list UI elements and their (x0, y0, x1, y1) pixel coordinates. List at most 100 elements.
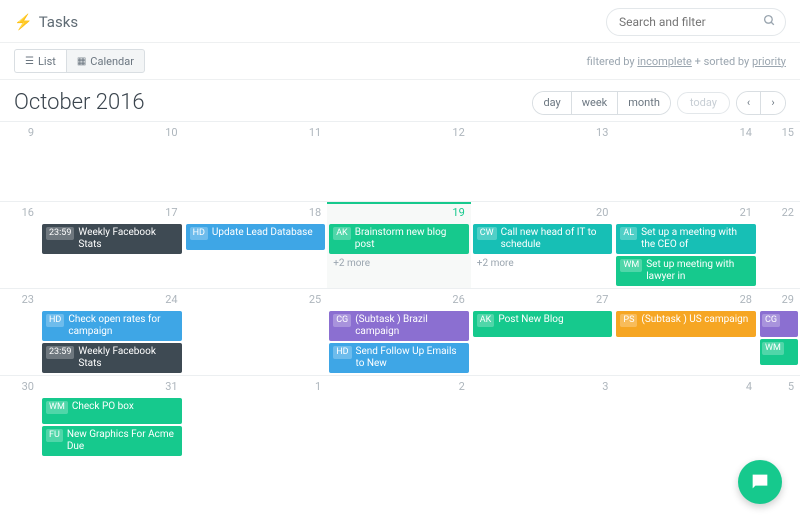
event-badge: WM (620, 259, 642, 272)
search-input[interactable] (606, 8, 786, 36)
more-events[interactable]: +2 more (329, 256, 469, 271)
day-number: 25 (309, 293, 321, 306)
event-chip[interactable]: 23:59 Weekly Facebook Stats (42, 224, 182, 254)
calendar-cell[interactable]: 27AKPost New Blog (471, 288, 615, 375)
view-switch: ☰List ▦Calendar (14, 49, 145, 73)
calendar-cell[interactable]: 4 (614, 375, 758, 458)
event-text: New Graphics For Acme Due (67, 429, 178, 453)
event-badge: 23:59 (46, 227, 74, 240)
event-text: Update Lead Database (212, 227, 313, 239)
event-badge: CW (477, 227, 497, 240)
event-badge: HD (46, 314, 64, 327)
calendar-cell[interactable]: 30 (0, 375, 40, 458)
day-number: 28 (740, 293, 752, 306)
calendar-cell[interactable]: 9 (0, 121, 40, 201)
prev-button[interactable]: ‹ (737, 92, 761, 114)
event-chip[interactable]: FU New Graphics For Acme Due (42, 426, 182, 456)
event-chip[interactable]: WM( (760, 339, 798, 365)
calendar-cell[interactable]: 3 (471, 375, 615, 458)
range-week-button[interactable]: week (572, 92, 619, 114)
calendar-cell[interactable]: 1 (184, 375, 328, 458)
calendar-cell[interactable]: 14 (614, 121, 758, 201)
calendar-cell[interactable]: 13 (471, 121, 615, 201)
calendar-icon: ▦ (77, 56, 86, 67)
calendar-cell[interactable]: 5 (758, 375, 800, 458)
filter-summary[interactable]: filtered by incomplete + sorted by prior… (587, 55, 786, 68)
day-number: 12 (452, 126, 464, 139)
calendar-cell[interactable]: 18 HDUpdate Lead Database (184, 201, 328, 288)
chat-fab[interactable] (738, 460, 782, 504)
event-text: Weekly Facebook Stats (78, 227, 177, 251)
calendar-cell[interactable]: 19AKBrainstorm new blog post+2 more (327, 201, 471, 288)
day-number: 9 (28, 126, 34, 139)
calendar-cell[interactable]: 24HDCheck open rates for campaign23:59We… (40, 288, 184, 375)
event-chip[interactable]: AL Set up a meeting with the CEO of (616, 224, 756, 254)
day-number: 21 (740, 206, 752, 219)
event-chip[interactable]: CWCall new head of IT to schedule (473, 224, 613, 254)
day-number: 4 (746, 380, 752, 393)
event-chip[interactable]: HDSend Follow Up Emails to New (329, 343, 469, 373)
day-number: 18 (309, 206, 321, 219)
calendar-cell[interactable]: 20 CWCall new head of IT to schedule +2 mo… (471, 201, 615, 288)
event-badge: WM (762, 342, 784, 355)
day-number: 17 (165, 206, 177, 219)
calendar-cell[interactable]: 17 23:59 Weekly Facebook Stats (40, 201, 184, 288)
calendar-cell[interactable]: 25 (184, 288, 328, 375)
calendar-grid: 9101112131415161723:59Weekly Facebook St… (0, 121, 800, 458)
event-chip[interactable]: CG(Subtask ) Brazil campaign (329, 311, 469, 341)
day-number: 20 (596, 206, 608, 219)
bolt-icon: ⚡ (14, 13, 33, 31)
today-button[interactable]: today (677, 92, 730, 114)
calendar-cell[interactable]: 12 (327, 121, 471, 201)
event-chip[interactable]: AKPost New Blog (473, 311, 613, 337)
event-text: Set up meeting with lawyer in (646, 259, 752, 283)
event-badge: AK (477, 314, 495, 327)
calendar-cell[interactable]: 26CG(Subtask ) Brazil campaignHDSend Fol… (327, 288, 471, 375)
range-day-button[interactable]: day (533, 92, 571, 114)
day-number: 22 (782, 206, 794, 219)
day-number: 23 (22, 293, 34, 306)
calendar-cell[interactable]: 21 AL Set up a meeting with the CEO of WM Se… (614, 201, 758, 288)
day-number: 5 (788, 380, 794, 393)
calendar-cell[interactable]: 11 (184, 121, 328, 201)
event-text: Brainstorm new blog post (355, 227, 465, 251)
range-month-button[interactable]: month (618, 92, 670, 114)
search-icon[interactable] (763, 14, 776, 31)
event-badge: HD (333, 346, 351, 359)
event-badge: CG (762, 314, 780, 327)
calendar-cell[interactable]: 22 (758, 201, 800, 288)
event-badge: CG (333, 314, 351, 327)
calendar-view-button[interactable]: ▦Calendar (66, 49, 145, 73)
day-number: 2 (459, 380, 465, 393)
event-chip[interactable]: 23:59Weekly Facebook Stats (42, 343, 182, 373)
day-number: 16 (22, 206, 34, 219)
event-badge: AL (620, 227, 637, 240)
day-number: 11 (309, 126, 321, 139)
event-text: Set up a meeting with the CEO of (641, 227, 752, 251)
event-chip[interactable]: HDUpdate Lead Database (186, 224, 326, 250)
list-view-button[interactable]: ☰List (14, 49, 66, 73)
day-number: 30 (22, 380, 34, 393)
event-chip[interactable]: HDCheck open rates for campaign (42, 311, 182, 341)
more-events[interactable]: +2 more (473, 256, 613, 271)
calendar-cell[interactable]: 23 (0, 288, 40, 375)
event-text: (Subtask ) US campaign (641, 314, 748, 326)
event-badge: AK (333, 227, 351, 240)
next-button[interactable]: › (761, 92, 785, 114)
event-text: Post New Blog (498, 314, 563, 326)
calendar-cell[interactable]: 31WMCheck PO boxFUNew Graphics For Acme … (40, 375, 184, 458)
calendar-cell[interactable]: 28 PS(Subtask ) US campaign (614, 288, 758, 375)
calendar-cell[interactable]: 10 (40, 121, 184, 201)
event-chip[interactable]: AK Brainstorm new blog post (329, 224, 469, 254)
calendar-cell[interactable]: 16 (0, 201, 40, 288)
event-chip[interactable]: WMCheck PO box (42, 398, 182, 424)
calendar-cell[interactable]: 2 (327, 375, 471, 458)
calendar-cell[interactable]: 29CGA tWM( (758, 288, 800, 375)
event-chip[interactable]: PS(Subtask ) US campaign (616, 311, 756, 337)
event-badge: FU (46, 429, 63, 442)
list-icon: ☰ (25, 56, 34, 67)
event-text: Check PO box (72, 401, 134, 413)
event-chip[interactable]: CGA t (760, 311, 798, 337)
event-chip[interactable]: WM Set up meeting with lawyer in (616, 256, 756, 286)
calendar-cell[interactable]: 15 (758, 121, 800, 201)
